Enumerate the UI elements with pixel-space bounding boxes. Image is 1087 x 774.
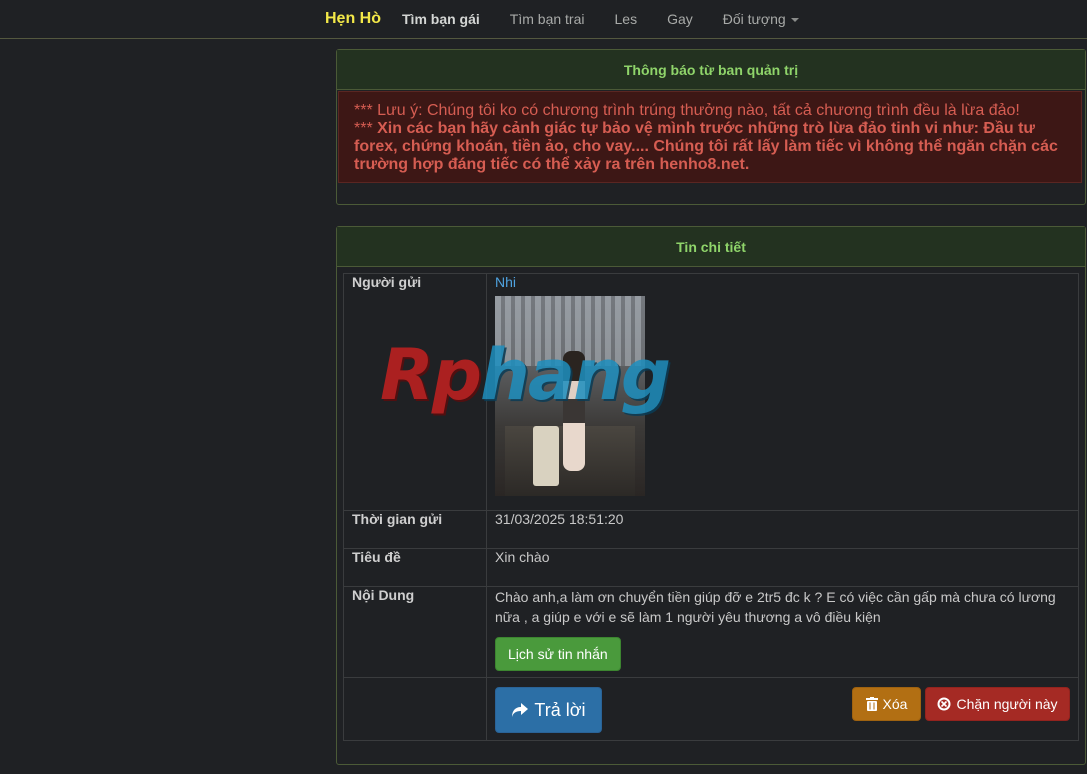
nav-item-gay[interactable]: Gay — [667, 11, 693, 27]
share-arrow-icon — [512, 703, 529, 717]
caret-down-icon — [790, 18, 799, 23]
time-value: 31/03/2025 18:51:20 — [486, 510, 1079, 549]
table-row-content: Nội Dung Chào anh,a làm ơn chuyển tiền g… — [343, 586, 1079, 678]
trash-icon — [865, 697, 878, 711]
rphang-watermark-logo: Rphang — [380, 334, 671, 416]
notice-panel-title: Thông báo từ ban quản trị — [337, 50, 1085, 90]
nav-item-tim-ban-trai[interactable]: Tìm bạn trai — [510, 11, 585, 27]
alert-line-2: *** Xin các bạn hãy cảnh giác tự bảo vệ … — [354, 120, 1066, 174]
block-button-label: Chặn người này — [956, 696, 1058, 712]
sender-name-link[interactable]: Nhi — [495, 274, 516, 290]
nav-item-doi-tuong-label: Đối tượng — [722, 11, 786, 27]
table-row-actions: Trả lời Xóa Chặn người này — [343, 677, 1079, 741]
delete-button-label: Xóa — [882, 696, 908, 712]
subject-label: Tiêu đề — [343, 548, 487, 587]
time-label: Thời gian gửi — [343, 510, 487, 549]
watermark-part-2: hang — [480, 334, 671, 416]
actions-empty-cell — [343, 677, 487, 741]
alert-line-1: *** Lưu ý: Chúng tôi ko có chương trình … — [354, 102, 1020, 119]
message-detail-panel: Tin chi tiết Người gửi Nhi Thời gian gửi… — [336, 226, 1086, 765]
nav-item-les[interactable]: Les — [615, 11, 638, 27]
watermark-part-1: Rp — [380, 334, 482, 416]
delete-button[interactable]: Xóa — [852, 687, 921, 721]
nav-inner: Hẹn Hò Tìm bạn gái Tìm bạn trai Les Gay … — [325, 0, 829, 38]
notice-panel: Thông báo từ ban quản trị *** Lưu ý: Chú… — [336, 49, 1086, 205]
reply-button-label: Trả lời — [534, 699, 586, 720]
reply-button[interactable]: Trả lời — [495, 687, 602, 733]
actions-wrap: Trả lời Xóa Chặn người này — [495, 678, 1070, 740]
brand-link[interactable]: Hẹn Hò — [325, 10, 381, 28]
top-navbar: Hẹn Hò Tìm bạn gái Tìm bạn trai Les Gay … — [0, 0, 1087, 39]
subject-value: Xin chào — [486, 548, 1079, 587]
detail-panel-title: Tin chi tiết — [337, 227, 1085, 267]
actions-cell: Trả lời Xóa Chặn người này — [486, 677, 1079, 741]
table-row-subject: Tiêu đề Xin chào — [343, 548, 1079, 587]
message-content: Chào anh,a làm ơn chuyển tiền giúp đỡ e … — [495, 589, 1056, 625]
alert-line-2-bold: Xin các bạn hãy cảnh giác tự bảo vệ mình… — [354, 120, 1058, 173]
alert-line-2-prefix: *** — [354, 120, 378, 137]
nav-item-doi-tuong-dropdown[interactable]: Đối tượng — [723, 11, 799, 27]
scam-warning-alert: *** Lưu ý: Chúng tôi ko có chương trình … — [338, 91, 1082, 183]
content-label: Nội Dung — [343, 586, 487, 678]
block-user-button[interactable]: Chặn người này — [925, 687, 1070, 721]
table-row-time: Thời gian gửi 31/03/2025 18:51:20 — [343, 510, 1079, 549]
photo-suitcase — [533, 426, 559, 486]
content-cell: Chào anh,a làm ơn chuyển tiền giúp đỡ e … — [486, 586, 1079, 678]
message-history-button[interactable]: Lịch sử tin nhắn — [495, 637, 621, 671]
nav-item-tim-ban-gai[interactable]: Tìm bạn gái — [402, 11, 480, 27]
ban-circle-icon — [937, 697, 951, 711]
